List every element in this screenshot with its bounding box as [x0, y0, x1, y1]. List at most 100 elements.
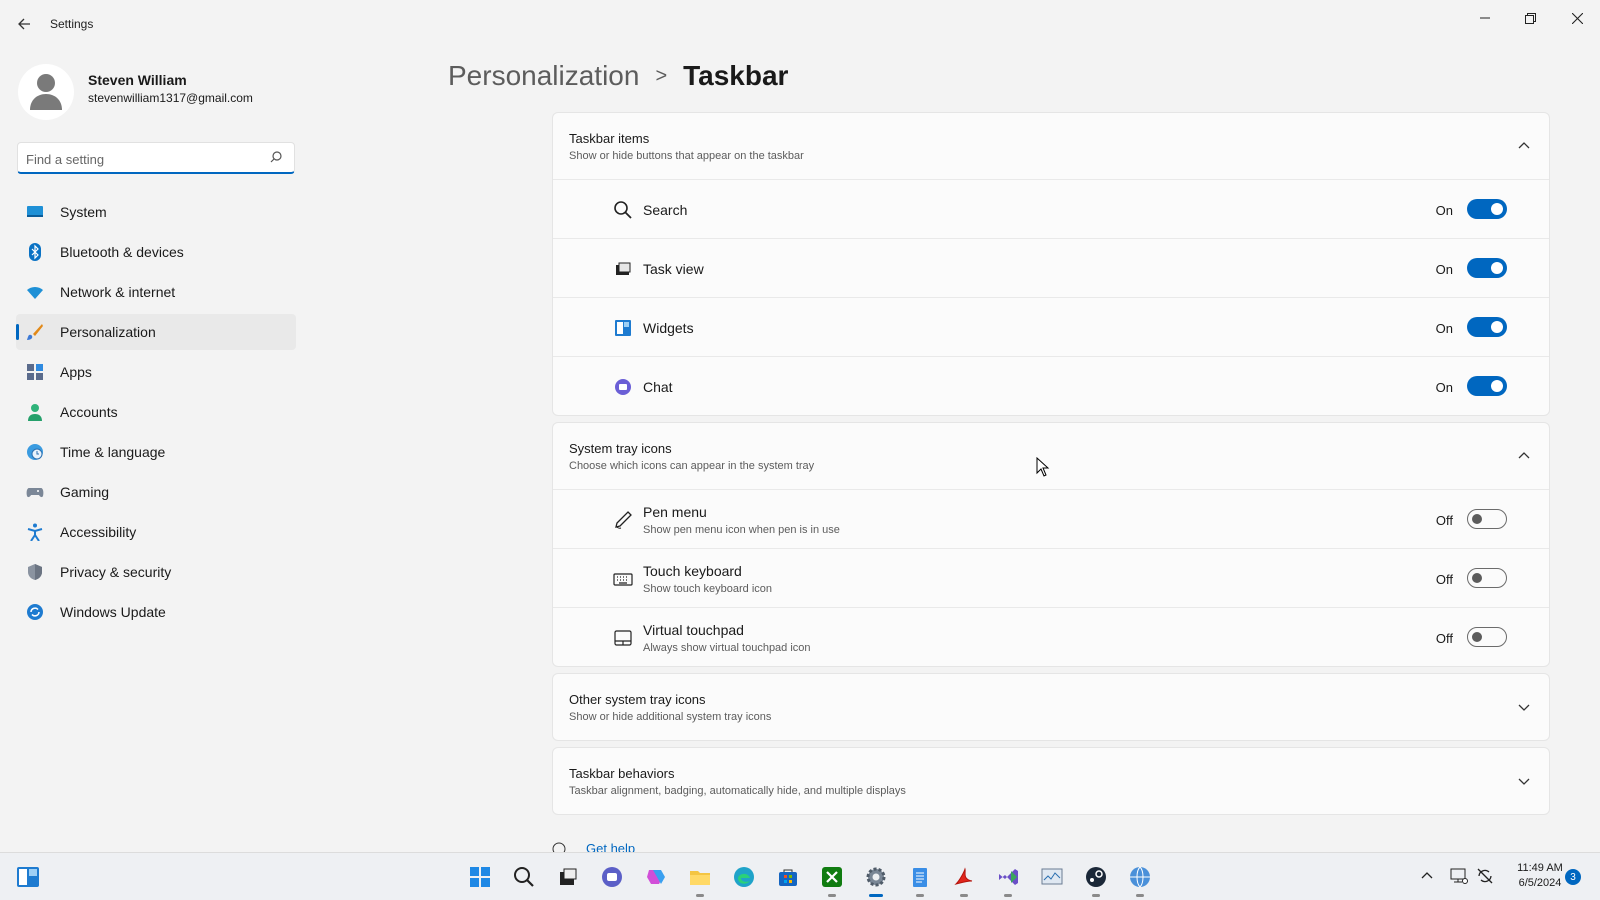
taskbar-start[interactable]	[458, 853, 502, 900]
visual-studio-icon	[999, 869, 1018, 885]
sidebar-item-privacy[interactable]: Privacy & security	[16, 554, 296, 590]
taskbar-copilot[interactable]	[634, 853, 678, 900]
chevron-up-icon	[1518, 142, 1530, 149]
wifi-icon	[27, 286, 43, 299]
acrobat-icon	[954, 867, 973, 885]
taskbar-chat[interactable]	[590, 853, 634, 900]
chat-icon	[615, 379, 631, 395]
sidebar-item-bluetooth[interactable]: Bluetooth & devices	[16, 234, 296, 270]
taskbar-store[interactable]	[766, 853, 810, 900]
taskbar-search[interactable]	[502, 853, 546, 900]
user-email: stevenwilliam1317@gmail.com	[88, 91, 253, 105]
taskbar-behaviors-header[interactable]: Taskbar behaviors Taskbar alignment, bad…	[553, 748, 1549, 814]
minimize-icon	[1480, 17, 1490, 19]
user-name: Steven William	[88, 72, 187, 88]
taskbar-notepad[interactable]	[898, 853, 942, 900]
notification-badge[interactable]: 3	[1565, 869, 1581, 885]
search-input[interactable]	[26, 149, 266, 169]
chevron-down-icon	[1518, 778, 1530, 785]
search-icon	[614, 201, 632, 219]
clock-time: 11:49 AM	[1517, 862, 1563, 874]
get-help-label: Get help	[586, 842, 636, 852]
taskbar-acrobat[interactable]	[942, 853, 986, 900]
minimize-button[interactable]	[1470, 8, 1500, 28]
widgets-toggle[interactable]	[1467, 317, 1507, 337]
xbox-icon	[822, 867, 842, 887]
search-icon	[514, 867, 534, 887]
taskbar-items-section: Taskbar items Show or hide buttons that …	[552, 112, 1550, 416]
sidebar-item-label: Windows Update	[60, 604, 166, 620]
breadcrumb-parent[interactable]: Personalization	[448, 60, 639, 92]
sidebar-item-network[interactable]: Network & internet	[16, 274, 296, 310]
setting-description: Show touch keyboard icon	[643, 583, 773, 595]
store-icon	[779, 869, 797, 886]
sidebar-item-label: Network & internet	[60, 284, 176, 300]
section-subtitle: Choose which icons can appear in the sys…	[569, 460, 815, 472]
toggle-state-text: On	[1435, 321, 1453, 336]
touch-keyboard-toggle[interactable]	[1467, 568, 1507, 588]
sidebar-item-accessibility[interactable]: Accessibility	[16, 514, 296, 550]
back-button[interactable]	[14, 14, 34, 34]
performance-monitor-icon	[1041, 868, 1063, 885]
taskbar-behaviors-section[interactable]: Taskbar behaviors Taskbar alignment, bad…	[552, 747, 1550, 815]
taskbar-task-view[interactable]	[546, 853, 590, 900]
steam-icon	[1086, 867, 1106, 887]
brush-icon	[27, 324, 43, 340]
sidebar-item-apps[interactable]: Apps	[16, 354, 296, 390]
taskbar-visual-studio[interactable]	[986, 853, 1030, 900]
close-button[interactable]	[1562, 8, 1592, 28]
taskbar-edge[interactable]	[722, 853, 766, 900]
settings-icon	[866, 867, 886, 887]
edge-icon	[734, 867, 754, 887]
sidebar-item-time-language[interactable]: Time & language	[16, 434, 296, 470]
sidebar-item-gaming[interactable]: Gaming	[16, 474, 296, 510]
sidebar-item-system[interactable]: System	[16, 194, 296, 230]
network-monitor-icon[interactable]	[1450, 867, 1468, 885]
task-view-toggle[interactable]	[1467, 258, 1507, 278]
get-help-link[interactable]: Get help	[552, 842, 635, 852]
sidebar-item-windows-update[interactable]: Windows Update	[16, 594, 296, 630]
taskbar-clock[interactable]: 11:49 AM 6/5/2024	[1510, 861, 1570, 891]
toggle-state-text: Off	[1435, 572, 1453, 587]
apps-icon	[27, 364, 43, 380]
chevron-up-icon[interactable]	[1420, 869, 1434, 883]
breadcrumb-separator: >	[655, 64, 668, 87]
bluetooth-icon	[29, 243, 41, 261]
setting-row-search: Search On	[553, 179, 1549, 238]
sidebar-item-accounts[interactable]: Accounts	[16, 394, 296, 430]
sidebar-item-personalization[interactable]: Personalization	[16, 314, 296, 350]
system-tray-section: System tray icons Choose which icons can…	[552, 422, 1550, 667]
setting-label: Task view	[643, 261, 704, 277]
taskbar-steam[interactable]	[1074, 853, 1118, 900]
taskbar-items-header[interactable]: Taskbar items Show or hide buttons that …	[553, 113, 1549, 179]
setting-label: Virtual touchpad	[643, 622, 744, 638]
other-tray-header[interactable]: Other system tray icons Show or hide add…	[553, 674, 1549, 740]
taskbar-file-explorer[interactable]	[678, 853, 722, 900]
monitor-icon	[27, 206, 43, 217]
sidebar-item-label: Time & language	[60, 444, 166, 460]
widgets-icon	[615, 320, 631, 336]
search-toggle[interactable]	[1467, 199, 1507, 219]
taskbar-performance-monitor[interactable]	[1030, 853, 1074, 900]
virtual-touchpad-toggle[interactable]	[1467, 627, 1507, 647]
taskbar-xbox[interactable]	[810, 853, 854, 900]
globe-clock-icon	[27, 444, 43, 460]
pen-menu-toggle[interactable]	[1467, 509, 1507, 529]
other-tray-section[interactable]: Other system tray icons Show or hide add…	[552, 673, 1550, 741]
section-subtitle: Show or hide additional system tray icon…	[569, 711, 772, 723]
system-tray-header[interactable]: System tray icons Choose which icons can…	[553, 423, 1549, 489]
widgets-taskbar-icon[interactable]	[16, 865, 40, 889]
main-content: Taskbar items Show or hide buttons that …	[552, 112, 1550, 821]
close-icon	[1571, 12, 1583, 24]
user-profile[interactable]: Steven William stevenwilliam1317@gmail.c…	[18, 60, 298, 120]
search-box[interactable]	[17, 142, 295, 174]
sync-off-icon[interactable]	[1476, 867, 1494, 885]
sidebar-item-label: Accounts	[60, 404, 118, 420]
file-explorer-icon	[690, 871, 710, 885]
taskbar-settings[interactable]	[854, 853, 898, 900]
taskbar-network-globe[interactable]	[1118, 853, 1162, 900]
chat-toggle[interactable]	[1467, 376, 1507, 396]
back-arrow-icon	[18, 18, 30, 30]
setting-label: Chat	[643, 379, 673, 395]
maximize-button[interactable]	[1515, 8, 1545, 28]
